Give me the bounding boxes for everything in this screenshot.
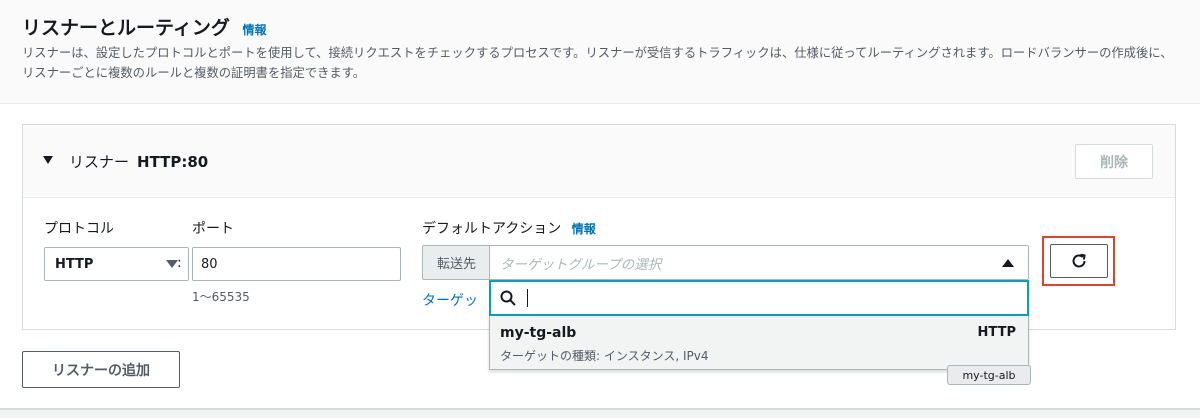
add-listener-button[interactable]: リスナーの追加 [22,351,180,388]
panel-header: リスナーとルーティング 情報 リスナーは、設定したプロトコルとポートを使用して、… [0,0,1200,104]
target-group-placeholder: ターゲットグループの選択 [500,256,662,273]
refresh-highlight [1042,236,1115,286]
forward-prefix: 転送先 [422,245,490,280]
refresh-icon [1072,253,1086,268]
text-cursor [527,289,528,307]
option-protocol: HTTP [977,325,1016,340]
option-description: ターゲットの種類: インスタンス, IPv4 [500,349,709,363]
refresh-button[interactable] [1050,244,1108,278]
section-description: リスナーは、設定したプロトコルとポートを使用して、接続リクエストをチェックするプ… [22,46,1173,80]
default-action-label: デフォルトアクション [422,221,562,237]
port-value: 80 [201,256,218,272]
protocol-label: プロトコル [44,221,114,237]
default-action-label-row: デフォルトアクション 情報 [422,218,596,238]
delete-button[interactable]: 削除 [1075,144,1153,179]
search-icon [500,290,516,306]
protocol-value: HTTP [55,256,94,272]
option-tooltip: my-tg-alb [947,365,1031,385]
section-info-link[interactable]: 情報 [243,23,267,37]
port-label: ポート [192,221,234,237]
section-title: リスナーとルーティング 情報 [22,13,267,40]
protocol-port-separator: : [177,255,182,271]
listener-prefix: リスナー [69,153,130,171]
create-target-group-link[interactable]: ターゲッ [422,290,488,310]
target-group-select[interactable]: ターゲットグループの選択 [489,245,1029,280]
collapse-caret-icon[interactable] [43,156,53,164]
target-group-option[interactable]: my-tg-alb HTTP ターゲットの種類: インスタンス, IPv4 [489,316,1029,370]
target-group-search-input[interactable] [489,280,1029,316]
port-input[interactable]: 80 [192,247,401,281]
dropdown-arrow-up-icon [1002,258,1014,267]
listener-name: HTTP:80 [137,153,209,171]
section-title-text: リスナーとルーティング [22,17,230,39]
listener-routing-panel: リスナーとルーティング 情報 リスナーは、設定したプロトコルとポートを使用して、… [0,0,1200,410]
listener-title: リスナー HTTP:80 [69,151,208,172]
protocol-select[interactable]: HTTP [44,247,189,281]
port-hint: 1〜65535 [192,290,250,304]
option-name: my-tg-alb [500,325,577,341]
listener-header: リスナー HTTP:80 削除 [23,125,1175,198]
default-action-info-link[interactable]: 情報 [572,222,596,236]
